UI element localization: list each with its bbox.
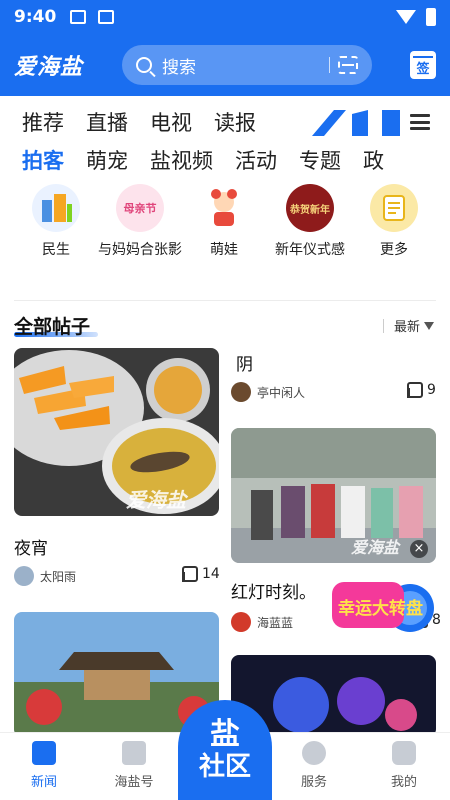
avatar	[14, 566, 34, 586]
category-label: 新年仪式感	[275, 242, 345, 258]
sort-dropdown[interactable]: 最新	[382, 316, 434, 335]
community-button[interactable]: 盐 社区	[178, 700, 272, 800]
new-year-badge: 恭贺新年	[290, 204, 330, 216]
section-title: 全部帖子	[14, 316, 91, 338]
nav-label: 我的	[390, 775, 417, 790]
font-icon	[98, 10, 115, 24]
search-divider	[329, 57, 330, 73]
category-grid: 民生 母亲节 与妈妈合张影 萌娃 恭贺新年 新年仪式感 更多	[0, 184, 450, 296]
mothers-day-badge: 母亲节	[123, 202, 157, 215]
category-label: 民生	[42, 242, 70, 258]
sort-divider	[382, 318, 384, 333]
baby-icon	[200, 184, 248, 232]
post-title[interactable]: 阴	[236, 350, 253, 375]
post-title[interactable]: 红灯时刻。	[231, 578, 316, 603]
app-header: 爱海盐 搜索 签	[0, 34, 450, 96]
category-label: 萌娃	[210, 242, 238, 258]
status-bar: 9:40	[0, 0, 450, 34]
wifi-icon	[396, 10, 416, 24]
tab-newspaper[interactable]: 读报	[214, 107, 256, 137]
tab-events[interactable]: 活动	[235, 145, 277, 175]
tab-paike[interactable]: 拍客	[22, 145, 64, 175]
profile-icon	[392, 741, 416, 765]
watermark-logo: 爱海盐	[351, 538, 400, 557]
channel-tabs-secondary: 拍客 萌宠 盐视频 活动 专题 政	[0, 140, 450, 180]
section-divider	[14, 300, 436, 301]
tab-live[interactable]: 直播	[86, 107, 128, 137]
lucky-wheel-banner[interactable]: 幸运大转盘	[330, 574, 434, 636]
category-babies[interactable]: 萌娃	[184, 184, 264, 260]
post-author[interactable]: 亭中闲人	[231, 382, 305, 402]
nav-label: 海盐号	[114, 775, 154, 790]
building-icon	[32, 184, 80, 232]
more-icon	[370, 184, 418, 232]
like-button[interactable]: 14	[182, 566, 220, 582]
heart-icon	[302, 741, 326, 765]
tab-topics[interactable]: 专题	[299, 145, 341, 175]
scan-icon[interactable]	[338, 56, 358, 74]
tab-recommend[interactable]: 推荐	[22, 107, 64, 137]
like-count: 14	[202, 566, 220, 582]
close-icon[interactable]: ×	[410, 540, 428, 558]
like-button[interactable]: 9	[407, 382, 436, 398]
nav-haiyan-account[interactable]: 海盐号	[104, 741, 164, 790]
category-livelihood[interactable]: 民生	[16, 184, 96, 260]
food-photo	[14, 348, 219, 516]
author-name: 亭中闲人	[257, 385, 306, 400]
tab-politics[interactable]: 政	[363, 145, 384, 175]
post-image[interactable]: 爱海盐	[231, 428, 436, 563]
signin-label: 签	[416, 62, 430, 77]
category-label: 更多	[380, 242, 408, 258]
sort-label: 最新	[393, 320, 420, 335]
signin-button[interactable]: 签	[410, 51, 436, 79]
battery-icon	[426, 8, 436, 26]
channel-menu-icon[interactable]	[410, 114, 430, 130]
search-input[interactable]: 搜索	[122, 45, 372, 85]
category-new-year[interactable]: 恭贺新年 新年仪式感	[270, 184, 350, 260]
category-more[interactable]: 更多	[354, 184, 434, 260]
tab-tv[interactable]: 电视	[150, 107, 192, 137]
thumb-up-icon	[182, 566, 198, 582]
post-author[interactable]: 海蓝蓝	[231, 612, 293, 632]
lucky-wheel-text: 幸运大转盘	[338, 599, 423, 619]
author-name: 海蓝蓝	[257, 615, 294, 630]
tab-salt-video[interactable]: 盐视频	[150, 145, 213, 175]
community-line1: 盐	[210, 717, 240, 752]
thumb-up-icon	[407, 382, 423, 398]
community-line2: 社区	[198, 752, 251, 782]
image-icon	[70, 10, 87, 24]
avatar	[231, 612, 251, 632]
avatar	[231, 382, 251, 402]
street-photo	[231, 428, 436, 563]
filter-icon	[424, 321, 434, 330]
search-icon	[136, 57, 152, 73]
nav-label: 新闻	[30, 775, 57, 790]
nav-label: 服务	[300, 775, 327, 790]
category-label: 与妈妈合张影	[98, 242, 182, 258]
post-image[interactable]: 爱海盐	[14, 348, 219, 516]
like-count: 9	[427, 382, 436, 398]
tab-pets[interactable]: 萌宠	[86, 145, 128, 175]
search-placeholder: 搜索	[162, 57, 196, 78]
app-logo: 爱海盐	[14, 55, 84, 80]
star-icon	[122, 741, 146, 765]
nav-services[interactable]: 服务	[284, 741, 344, 790]
post-author[interactable]: 太阳雨	[14, 566, 76, 586]
status-time: 9:40	[14, 7, 57, 27]
watermark-logo: 爱海盐	[126, 488, 186, 512]
author-name: 太阳雨	[40, 569, 77, 584]
category-mothers-day[interactable]: 母亲节 与妈妈合张影	[98, 184, 182, 260]
mothers-day-icon: 母亲节	[116, 184, 164, 232]
decorative-banner-icon	[312, 110, 400, 136]
nav-news[interactable]: 新闻	[14, 741, 74, 790]
new-year-icon: 恭贺新年	[286, 184, 334, 232]
post-title[interactable]: 夜宵	[14, 534, 48, 559]
home-icon	[32, 741, 56, 765]
nav-profile[interactable]: 我的	[374, 741, 434, 790]
